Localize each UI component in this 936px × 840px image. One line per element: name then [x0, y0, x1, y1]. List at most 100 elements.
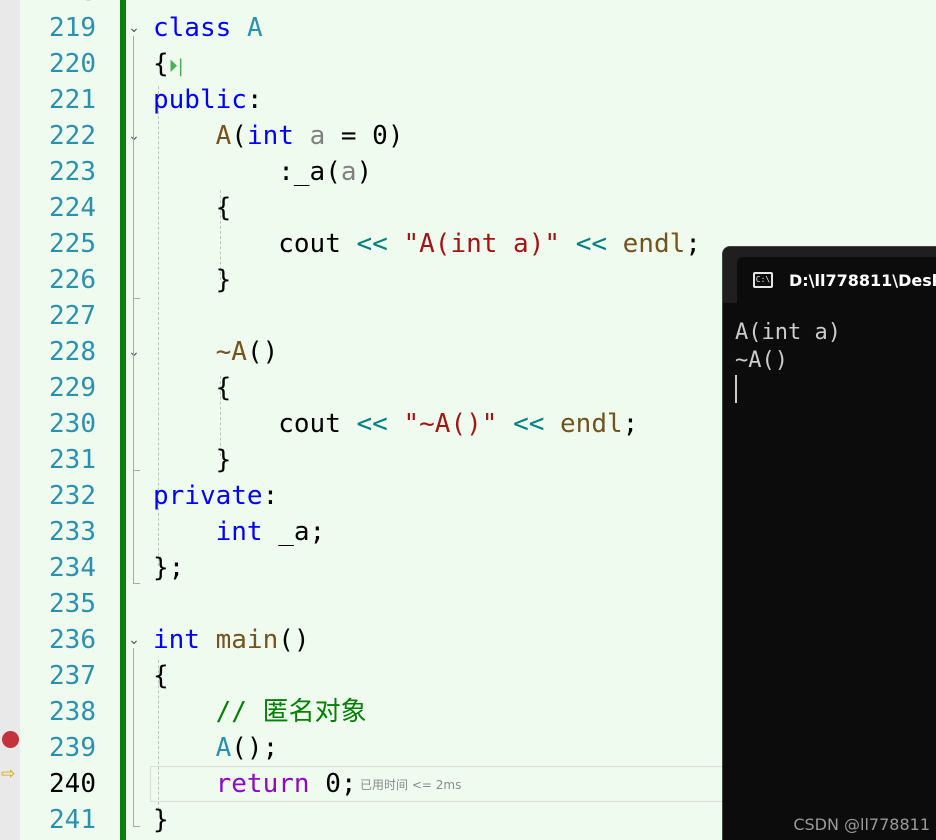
inline-hint-arrow-icon: ⏵|	[168, 56, 184, 77]
code-line-240[interactable]: return 0;	[153, 766, 357, 802]
console-title-bar[interactable]: C:\ D:\ll778811\Deskto	[723, 247, 936, 303]
function-name: main	[215, 625, 279, 655]
operator: <<	[513, 409, 545, 439]
outline-bracket	[133, 648, 140, 827]
operator: <<	[575, 229, 607, 259]
line-number: 223	[49, 157, 96, 187]
code-line-230[interactable]: cout << "~A()" << endl;	[153, 406, 638, 442]
line-number: 235	[49, 589, 96, 619]
parameter: a	[340, 157, 357, 187]
code-line-225[interactable]: cout << "A(int a)" << endl;	[153, 226, 701, 262]
code-line-229[interactable]: {	[153, 370, 232, 406]
console-cursor	[735, 375, 737, 403]
code-text: _a;	[278, 517, 326, 547]
code-line-226[interactable]: }	[153, 262, 232, 298]
identifier: cout	[278, 229, 341, 259]
line-number: 226	[49, 265, 96, 295]
keyword: return	[215, 769, 310, 799]
brace: }	[215, 445, 232, 475]
watermark: CSDN @ll778811	[793, 815, 930, 834]
line-number: 220	[49, 49, 96, 79]
console-tab[interactable]: C:\ D:\ll778811\Deskto	[737, 257, 936, 303]
code-line-238[interactable]: // 匿名对象	[153, 694, 367, 730]
outline-bracket	[133, 36, 140, 584]
operator: ~	[215, 337, 232, 367]
punctuation: (	[231, 121, 247, 151]
keyword: int	[153, 625, 200, 655]
line-number: 218	[30, 0, 96, 10]
code-text: ()	[278, 625, 310, 655]
keyword: public	[153, 85, 247, 115]
brace: {	[215, 373, 232, 403]
breakpoint-icon[interactable]	[2, 731, 19, 748]
code-text: :_a(	[278, 157, 341, 187]
line-number: 241	[49, 805, 96, 835]
code-line-233[interactable]: int _a;	[153, 514, 326, 550]
current-statement-arrow-icon: ⇨	[1, 764, 16, 784]
line-number: 229	[49, 373, 96, 403]
class-name: A	[246, 13, 263, 43]
code-line-231[interactable]: }	[153, 442, 232, 478]
line-number: 219	[49, 13, 96, 43]
perf-tip[interactable]: 已用时间 <= 2ms	[360, 776, 461, 793]
operator: <<	[356, 229, 388, 259]
constructor-name: A	[215, 121, 232, 151]
brace: };	[153, 553, 185, 583]
code-line-232[interactable]: private:	[153, 478, 278, 514]
glyph-margin[interactable]	[0, 0, 20, 840]
identifier: cout	[278, 409, 341, 439]
console-window[interactable]: C:\ D:\ll778811\Deskto A(int a) ~A()	[722, 246, 936, 840]
line-number: 231	[49, 445, 96, 475]
code-line-228[interactable]: ~A()	[153, 334, 279, 370]
code-text: ();	[231, 733, 279, 763]
parameter: a	[309, 121, 326, 151]
keyword: private	[153, 481, 263, 511]
console-output-line: ~A()	[735, 348, 788, 373]
line-number: 234	[49, 553, 96, 583]
brace: {	[153, 49, 169, 79]
identifier: endl	[622, 229, 686, 259]
code-line-219[interactable]: class A	[153, 10, 263, 46]
line-number-current: 240	[49, 769, 96, 799]
outline-bracket	[133, 144, 140, 299]
code-line-236[interactable]: int main()	[153, 622, 310, 658]
code-line-220[interactable]: {⏵|	[153, 46, 184, 82]
line-number: 227	[49, 301, 96, 331]
code-line-234[interactable]: };	[153, 550, 184, 586]
destructor-name: A	[231, 337, 247, 367]
keyword: int	[215, 517, 263, 547]
code-line-239[interactable]: A();	[153, 730, 279, 766]
class-name: A	[215, 733, 232, 763]
line-number: 225	[49, 229, 96, 259]
punctuation: ;	[685, 229, 701, 259]
code-line-241[interactable]: }	[153, 802, 169, 838]
line-number: 233	[49, 517, 96, 547]
line-number: 239	[49, 733, 96, 763]
comment: // 匿名对象	[215, 697, 367, 727]
line-number: 238	[49, 697, 96, 727]
code-line-223[interactable]: :_a(a)	[153, 154, 372, 190]
brace: }	[215, 265, 232, 295]
string-literal: "A(int a)"	[403, 229, 561, 259]
code-line-221[interactable]: public:	[153, 82, 263, 118]
code-line-237[interactable]: {	[153, 658, 169, 694]
line-number: 236	[49, 625, 96, 655]
outline-bracket	[133, 360, 140, 471]
terminal-icon: C:\	[753, 272, 773, 288]
identifier: endl	[560, 409, 623, 439]
punctuation: :	[262, 481, 279, 511]
line-number: 221	[49, 85, 96, 115]
brace: {	[153, 661, 169, 691]
keyword: int	[246, 121, 294, 151]
line-number: 230	[49, 409, 96, 439]
line-number: 237	[49, 661, 96, 691]
code-line-222[interactable]: A(int a = 0)	[153, 118, 404, 154]
code-line-224[interactable]: {	[153, 190, 232, 226]
line-number: 232	[49, 481, 96, 511]
code-text: 0;	[325, 769, 357, 799]
console-output-line: A(int a)	[735, 320, 841, 345]
code-text: ()	[246, 337, 279, 367]
punctuation: ;	[622, 409, 639, 439]
brace: }	[153, 805, 169, 835]
punctuation: :	[246, 85, 263, 115]
